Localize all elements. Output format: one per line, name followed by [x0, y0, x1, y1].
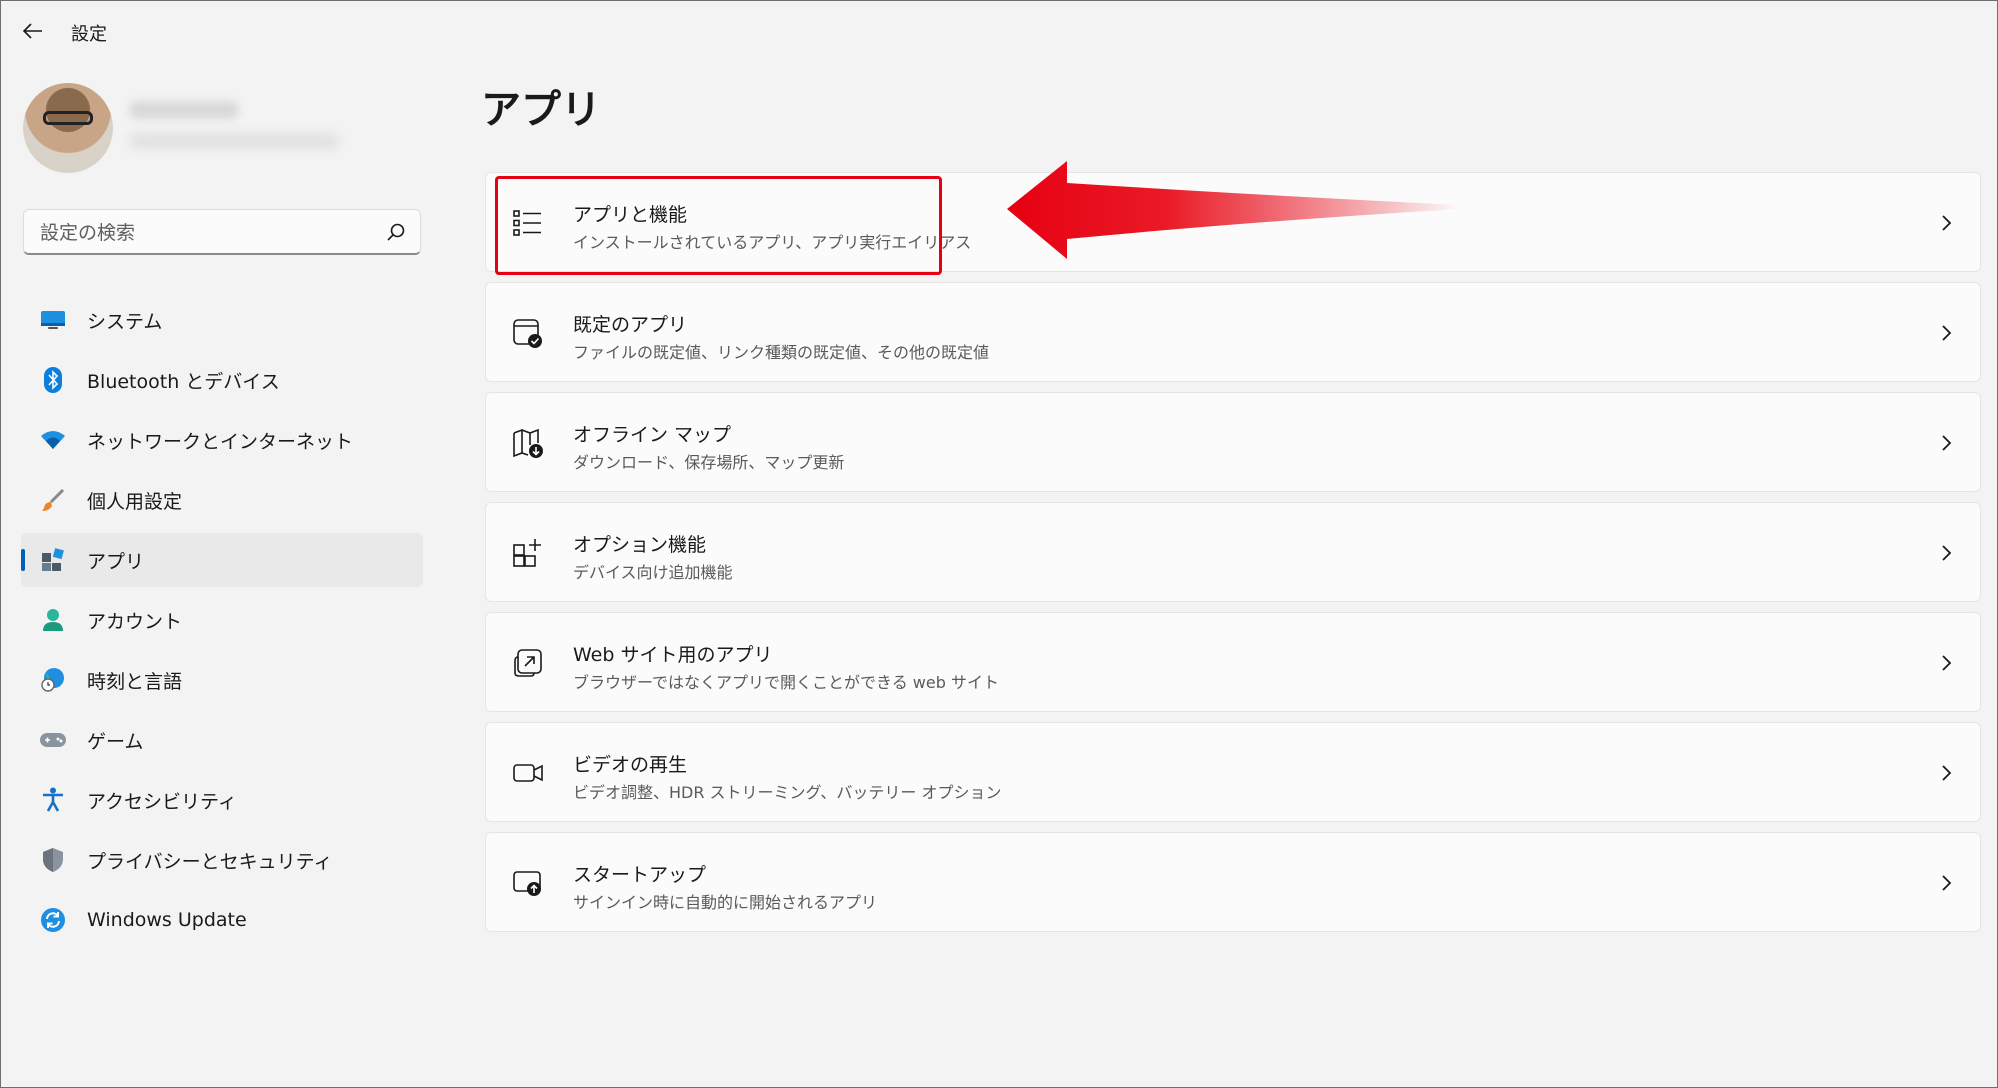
gamepad-icon — [39, 726, 67, 754]
sidebar-item-bluetooth[interactable]: Bluetooth とデバイス — [21, 353, 423, 407]
card-default-apps[interactable]: 既定のアプリ ファイルの既定値、リンク種類の既定値、その他の既定値 — [485, 282, 1981, 382]
card-apps-features[interactable]: アプリと機能 インストールされているアプリ、アプリ実行エイリアス — [485, 172, 1981, 272]
avatar-glasses — [43, 111, 93, 125]
wifi-icon — [39, 426, 67, 454]
brush-icon — [39, 486, 67, 514]
chevron-right-icon — [1942, 215, 1952, 231]
sidebar-item-label: アクセシビリティ — [87, 790, 237, 813]
sidebar-item-label: システム — [87, 310, 163, 333]
card-apps-for-websites[interactable]: Web サイト用のアプリ ブラウザーではなくアプリで開くことができる web サ… — [485, 612, 1981, 712]
window-title: 設定 — [71, 24, 107, 45]
person-icon — [39, 606, 67, 634]
chevron-right-icon — [1942, 875, 1952, 891]
sidebar-item-label: アプリ — [87, 550, 145, 573]
sidebar-nav: システム Bluetooth とデバイス ネットワークとインターネット 個人用設… — [21, 293, 423, 953]
search-icon[interactable] — [386, 222, 406, 242]
chevron-right-icon — [1942, 545, 1952, 561]
card-title: アプリと機能 — [573, 204, 688, 226]
card-title: スタートアップ — [573, 864, 707, 886]
page-title: アプリ — [481, 87, 601, 133]
profile-info-blurred[interactable] — [129, 101, 349, 161]
profile-name — [129, 101, 239, 119]
chevron-right-icon — [1942, 435, 1952, 451]
card-video-playback[interactable]: ビデオの再生 ビデオ調整、HDR ストリーミング、バッテリー オプション — [485, 722, 1981, 822]
sidebar-item-privacy[interactable]: プライバシーとセキュリティ — [21, 833, 423, 887]
bluetooth-icon — [39, 366, 67, 394]
sidebar-item-apps[interactable]: アプリ — [21, 533, 423, 587]
startup-icon — [513, 871, 541, 896]
card-title: 既定のアプリ — [573, 314, 688, 336]
sidebar-item-time-language[interactable]: 時刻と言語 — [21, 653, 423, 707]
card-offline-maps[interactable]: オフライン マップ ダウンロード、保存場所、マップ更新 — [485, 392, 1981, 492]
chevron-right-icon — [1942, 655, 1952, 671]
map-icon — [513, 428, 543, 458]
back-button[interactable] — [15, 15, 51, 47]
sidebar-item-label: プライバシーとセキュリティ — [87, 850, 333, 873]
card-optional-features[interactable]: オプション機能 デバイス向け追加機能 — [485, 502, 1981, 602]
sidebar-item-accessibility[interactable]: アクセシビリティ — [21, 773, 423, 827]
profile-email — [129, 133, 339, 149]
globe-clock-icon — [39, 666, 67, 694]
card-subtitle: デバイス向け追加機能 — [573, 563, 733, 582]
back-arrow-icon — [23, 23, 42, 39]
list-icon — [513, 210, 541, 236]
accessibility-icon — [39, 786, 67, 814]
sidebar-item-label: 時刻と言語 — [87, 670, 183, 693]
settings-search-box[interactable] — [23, 209, 421, 256]
open-external-icon — [514, 649, 542, 677]
title-bar: 設定 — [1, 1, 1997, 61]
sidebar-item-label: Windows Update — [87, 909, 247, 931]
monitor-icon — [39, 306, 67, 334]
card-subtitle: サインイン時に自動的に開始されるアプリ — [573, 893, 878, 912]
sidebar-item-label: ゲーム — [87, 730, 144, 753]
card-subtitle: ファイルの既定値、リンク種類の既定値、その他の既定値 — [573, 343, 990, 362]
sidebar-item-network[interactable]: ネットワークとインターネット — [21, 413, 423, 467]
card-subtitle: ビデオ調整、HDR ストリーミング、バッテリー オプション — [573, 783, 1002, 802]
video-icon — [513, 764, 543, 782]
sidebar-item-system[interactable]: システム — [21, 293, 423, 347]
default-apps-icon — [513, 319, 542, 348]
sync-icon — [39, 906, 67, 934]
sidebar-item-label: アカウント — [87, 610, 183, 633]
sidebar-item-windows-update[interactable]: Windows Update — [21, 893, 423, 947]
chevron-right-icon — [1942, 325, 1952, 341]
sidebar-item-label: 個人用設定 — [87, 490, 183, 513]
card-subtitle: ダウンロード、保存場所、マップ更新 — [573, 453, 845, 472]
card-title: オフライン マップ — [573, 424, 732, 446]
settings-cards: アプリと機能 インストールされているアプリ、アプリ実行エイリアス 既定のアプリ … — [485, 172, 1981, 942]
sidebar-item-label: ネットワークとインターネット — [87, 430, 354, 453]
settings-window: 設定 システム Bluetooth とデバイス — [0, 0, 1998, 1088]
apps-icon — [39, 546, 67, 574]
avatar[interactable] — [23, 83, 113, 173]
sidebar-item-accounts[interactable]: アカウント — [21, 593, 423, 647]
sidebar-item-label: Bluetooth とデバイス — [87, 370, 280, 393]
chevron-right-icon — [1942, 765, 1952, 781]
grid-plus-icon — [513, 539, 541, 567]
sidebar-item-personalization[interactable]: 個人用設定 — [21, 473, 423, 527]
card-title: Web サイト用のアプリ — [573, 644, 773, 666]
search-input[interactable] — [38, 210, 372, 256]
sidebar-item-gaming[interactable]: ゲーム — [21, 713, 423, 767]
card-subtitle: インストールされているアプリ、アプリ実行エイリアス — [573, 233, 972, 252]
card-title: オプション機能 — [573, 534, 707, 556]
card-subtitle: ブラウザーではなくアプリで開くことができる web サイト — [573, 673, 999, 692]
card-startup[interactable]: スタートアップ サインイン時に自動的に開始されるアプリ — [485, 832, 1981, 932]
shield-icon — [39, 846, 67, 874]
card-title: ビデオの再生 — [573, 754, 688, 776]
